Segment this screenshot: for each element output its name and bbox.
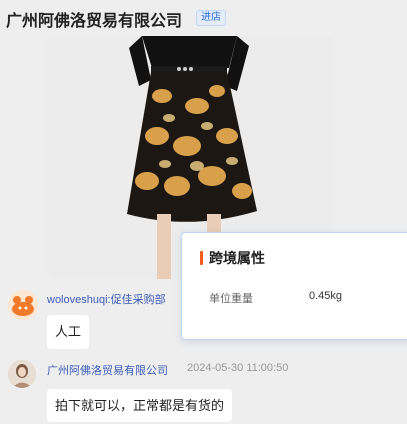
message-bubble: 人工 xyxy=(47,315,90,349)
shop-name[interactable]: 广州阿佛洛贸易有限公司 xyxy=(6,7,182,31)
enter-shop-button[interactable]: 进店 xyxy=(196,10,226,26)
attribute-label: 单位重量 xyxy=(209,293,253,305)
section-accent-bar xyxy=(200,251,203,265)
avatar[interactable] xyxy=(8,290,38,320)
message-bubble: 拍下就可以，正常都是有货的 xyxy=(47,389,233,422)
message-sender[interactable]: 广州阿佛洛贸易有限公司 xyxy=(47,362,168,378)
message-timestamp: 2024-05-30 11:00:50 xyxy=(187,362,289,374)
seller-avatar-icon xyxy=(8,360,36,388)
chat-header: 广州阿佛洛贸易有限公司 进店 xyxy=(0,0,407,36)
buyer-avatar-icon xyxy=(8,290,38,320)
popup-title: 跨境属性 xyxy=(209,250,265,266)
attribute-value: 0.45kg xyxy=(309,290,343,302)
avatar[interactable] xyxy=(8,360,36,388)
message-sender[interactable]: woloveshuqi:促佳采购部 xyxy=(47,291,166,307)
cross-border-attributes-popup: 跨境属性 单位重量 0.45kg xyxy=(181,232,407,340)
